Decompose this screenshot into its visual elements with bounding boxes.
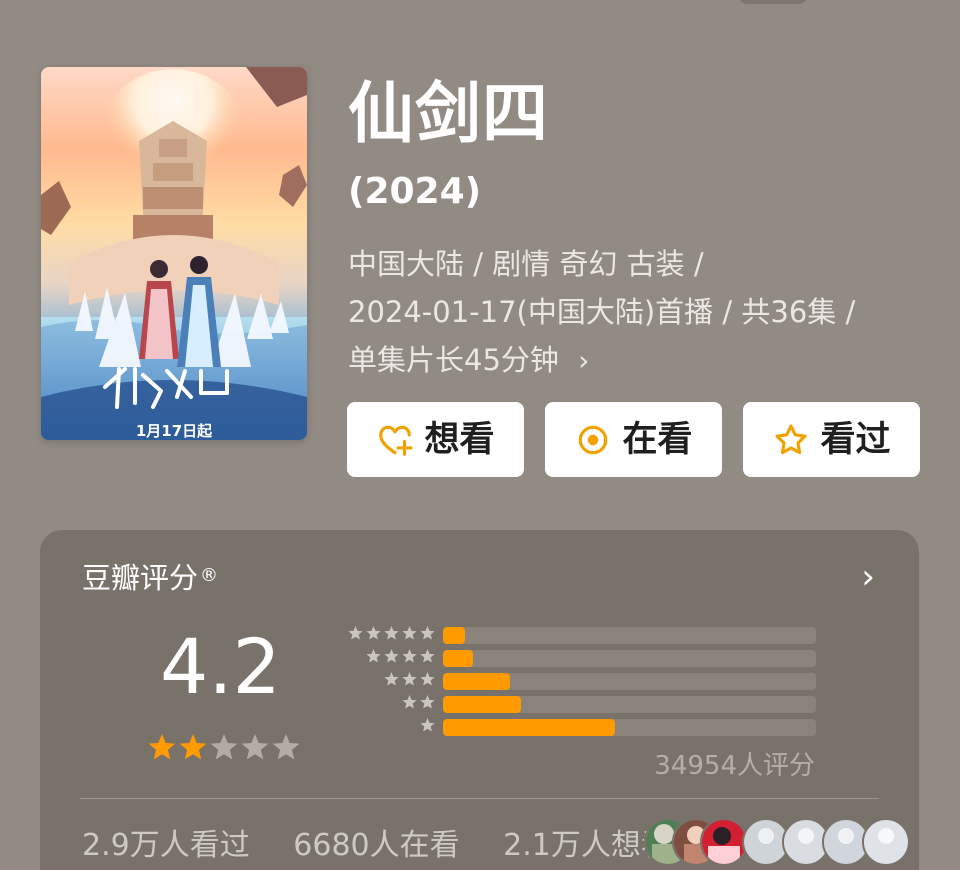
star-icon-shape	[402, 672, 417, 686]
star-icon	[366, 649, 381, 663]
distribution-row-1-stars	[334, 717, 824, 737]
star-icon	[402, 649, 417, 663]
distribution-stars	[401, 694, 436, 714]
meta-line-premiere: 2024-01-17(中国大陆)首播 / 共36集 /	[348, 292, 855, 332]
star-icon	[384, 649, 399, 663]
poster-image[interactable]: 1月17日起	[41, 67, 307, 440]
distribution-track	[443, 696, 816, 713]
watched-label: 看过	[820, 419, 891, 460]
distribution-track	[443, 627, 816, 644]
meta-line-region-genre-text: 中国大陆 / 剧情 奇幻 古装 /	[348, 247, 704, 281]
distribution-stars	[419, 717, 436, 737]
watched-button[interactable]: 看过	[743, 402, 920, 477]
star-icon-shape	[348, 626, 363, 640]
heart-plus-icon	[379, 425, 413, 456]
watching-count: 6680人在看	[293, 828, 460, 863]
release-year: (2024)	[348, 171, 482, 212]
star-empty-icon	[272, 734, 300, 760]
distribution-stars	[383, 671, 436, 691]
target-circle-icon	[579, 425, 608, 454]
want-to-watch-button[interactable]: 想看	[347, 402, 524, 477]
avatar-group[interactable]	[644, 818, 910, 868]
star-icon-shape	[402, 626, 417, 640]
star-empty-icon	[210, 734, 238, 760]
star-icon-shape	[384, 672, 399, 686]
star-icon-shape	[384, 626, 399, 640]
watched-count: 2.9万人看过	[82, 828, 250, 863]
rating-card[interactable]: 豆瓣评分 ® › 4.2 34954人评分 2.9万人看过 6680人在看 2.1…	[40, 530, 919, 870]
meta-line-duration[interactable]: 单集片长45分钟 ›	[348, 340, 589, 381]
star-icon-shape	[366, 626, 381, 640]
star-icon	[420, 695, 435, 709]
avatar[interactable]	[700, 818, 748, 866]
page-title: 仙剑四	[348, 75, 549, 152]
rating-more-chevron-icon[interactable]: ›	[861, 560, 875, 594]
star-icon	[402, 626, 417, 640]
watching-label: 在看	[622, 419, 693, 460]
watching-button[interactable]: 在看	[545, 402, 722, 477]
star-icon-shape	[420, 672, 435, 686]
star-icon-shape	[402, 695, 417, 709]
meta-line-region-genre: 中国大陆 / 剧情 奇幻 古装 /	[348, 244, 704, 284]
star-icon	[366, 626, 381, 640]
rating-divider	[80, 798, 879, 799]
distribution-track	[443, 650, 816, 667]
distribution-track	[443, 673, 816, 690]
distribution-fill	[443, 696, 522, 713]
star-outline-icon	[775, 423, 808, 454]
star-icon	[420, 626, 435, 640]
top-sliver	[738, 0, 808, 4]
star-icon-shape	[420, 718, 435, 732]
star-icon	[348, 626, 363, 640]
distribution-fill	[443, 719, 615, 736]
rating-score: 4.2	[160, 622, 281, 711]
distribution-track	[443, 719, 816, 736]
rating-count: 34954人评分	[654, 751, 815, 781]
score-stars	[148, 734, 300, 760]
meta-line-premiere-text: 2024-01-17(中国大陆)首播 / 共36集 /	[348, 295, 856, 329]
star-filled-icon	[179, 734, 207, 760]
poster-date-text: 1月17日起	[136, 422, 213, 440]
star-icon	[384, 672, 399, 686]
star-icon-shape	[402, 649, 417, 663]
star-icon	[420, 672, 435, 686]
watch-stats: 2.9万人看过 6680人在看 2.1万人想看	[82, 826, 671, 866]
star-icon-shape	[420, 649, 435, 663]
avatar[interactable]	[862, 818, 910, 866]
distribution-row-5-stars	[334, 625, 824, 645]
star-icon-shape	[384, 649, 399, 663]
star-icon-shape	[420, 626, 435, 640]
want-to-watch-label: 想看	[424, 419, 495, 460]
chevron-right-icon: ›	[578, 344, 590, 377]
star-icon	[384, 626, 399, 640]
star-icon	[420, 649, 435, 663]
distribution-fill	[443, 650, 473, 667]
distribution-fill	[443, 627, 466, 644]
star-icon-shape	[366, 649, 381, 663]
registered-mark: ®	[200, 565, 219, 586]
rating-distribution	[334, 625, 824, 745]
star-filled-icon	[148, 734, 176, 760]
rating-title-text: 豆瓣评分	[82, 561, 199, 595]
distribution-row-4-stars	[334, 648, 824, 668]
star-icon	[402, 695, 417, 709]
rating-section-title: 豆瓣评分 ®	[82, 558, 218, 598]
star-empty-icon	[241, 734, 269, 760]
meta-line-duration-text: 单集片长45分钟	[348, 343, 559, 377]
star-icon	[402, 672, 417, 686]
distribution-row-3-stars	[334, 671, 824, 691]
distribution-stars	[347, 625, 436, 645]
star-icon-shape	[420, 695, 435, 709]
distribution-fill	[443, 673, 511, 690]
star-icon	[420, 718, 435, 732]
distribution-stars	[365, 648, 436, 668]
distribution-row-2-stars	[334, 694, 824, 714]
